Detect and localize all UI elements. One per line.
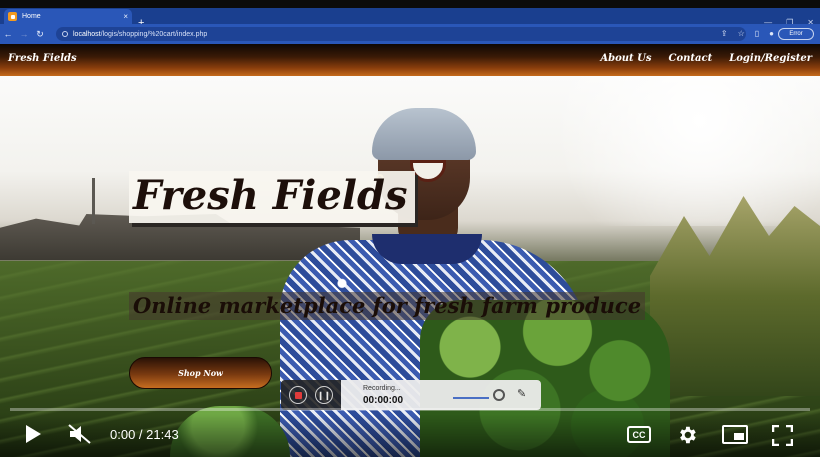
pen-icon[interactable]: ✎ [517,387,526,400]
brand-logo[interactable]: Fresh Fields [8,53,77,64]
webcam-icon[interactable] [493,389,505,401]
profile-icon[interactable]: ● [769,28,774,40]
forward-button[interactable]: → [16,29,32,39]
farmer-collar [372,234,482,264]
duration: 21:43 [146,427,179,442]
nav-login-register[interactable]: Login/Register [729,53,812,64]
address-bar-row: ← → ↻ localhost/logis/shopping/%20cart/i… [0,24,820,44]
site-info-icon[interactable] [62,31,68,37]
window-frame [0,0,820,8]
star-icon[interactable]: ☆ [738,28,745,40]
url-field[interactable]: localhost/logis/shopping/%20cart/index.p… [56,27,746,41]
recording-label: Recording... [363,385,401,392]
video-controls: 0:00 / 21:43 CC [0,414,820,457]
screen-recorder-widget: ❙❙ Recording... 00:00:00 ✎ [281,380,541,410]
url-text: localhost/logis/shopping/%20cart/index.p… [73,31,207,38]
site-navbar: Fresh Fields About Us Contact Login/Regi… [0,44,820,76]
url-host: localhost [73,30,101,38]
error-chip[interactable]: Error [778,28,814,40]
tab-title: Home [22,13,41,20]
gear-icon[interactable] [676,424,698,446]
video-time: 0:00 / 21:43 [110,427,179,442]
fullscreen-icon[interactable] [772,425,793,446]
mute-icon[interactable] [68,424,92,444]
farmer-headwrap [372,108,476,160]
close-icon[interactable]: × [123,12,128,21]
stop-recording-button[interactable] [289,386,307,404]
recorder-controls: ❙❙ [281,380,341,410]
miniplayer-icon[interactable] [722,425,748,444]
site-favicon-icon [8,12,17,21]
recorder-status: Recording... 00:00:00 ✎ [341,380,541,410]
hero-tagline: Online marketplace for fresh farm produc… [129,292,646,320]
hero-pole [92,178,95,224]
sidebar-icon[interactable]: ▯ [755,28,759,40]
tab-home[interactable]: Home × [4,9,132,24]
play-icon[interactable] [26,425,41,443]
share-icon[interactable]: ⇪ [721,28,728,40]
reload-button[interactable]: ↻ [32,29,48,40]
toolbar-icons: ⇪ ☆ ▯ ● [721,28,774,40]
recording-timer: 00:00:00 [363,395,404,406]
nav-links: About Us Contact Login/Register [600,53,812,64]
back-button[interactable]: ← [0,29,16,39]
volume-slider[interactable] [453,397,489,399]
nav-about-us[interactable]: About Us [600,53,651,64]
current-time: 0:00 [110,427,136,442]
video-progress-bar[interactable] [10,408,810,411]
hero-grass [650,196,820,396]
url-path: /logis/shopping/%20cart/index.php [100,30,208,38]
hero-title: Fresh Fields [129,171,416,223]
pause-recording-button[interactable]: ❙❙ [315,386,333,404]
nav-contact[interactable]: Contact [669,53,713,64]
time-separator: / [135,427,147,442]
shop-now-button[interactable]: Shop Now [129,357,272,389]
tab-strip: Home × + — ❐ ✕ [0,8,820,29]
captions-button[interactable]: CC [627,426,651,443]
